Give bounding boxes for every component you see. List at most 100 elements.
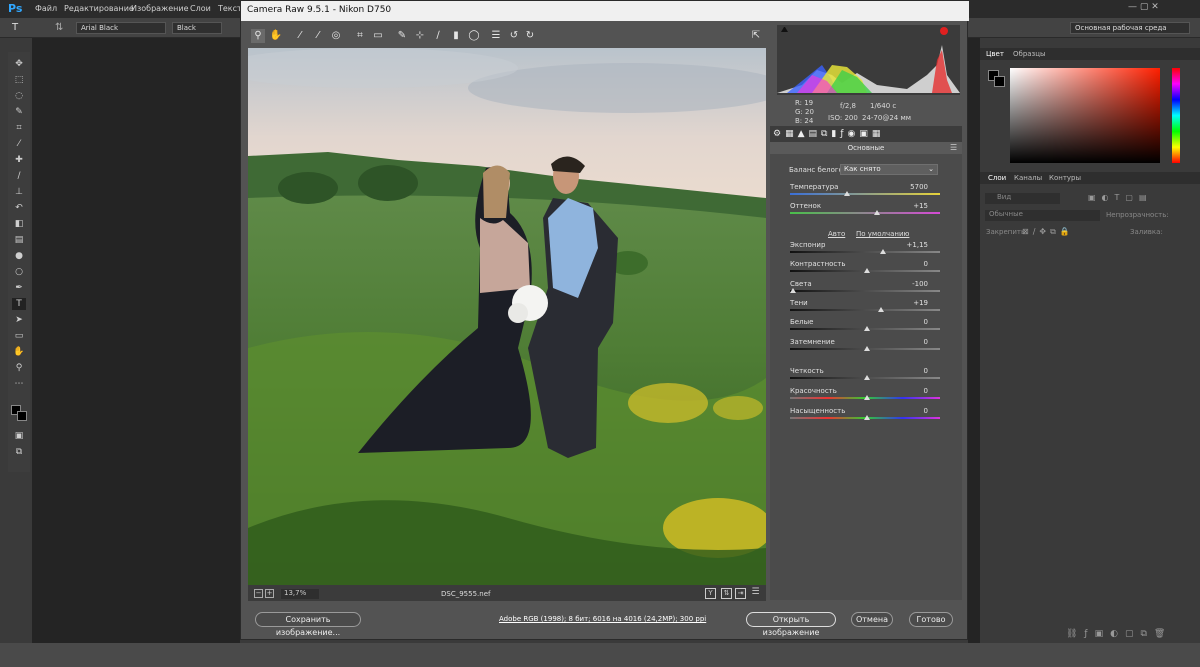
slider-thumb[interactable] bbox=[863, 326, 870, 331]
slider-value[interactable]: 0 bbox=[888, 338, 928, 346]
menu-image[interactable]: Изображение bbox=[131, 4, 189, 13]
zoom-out-icon[interactable]: − bbox=[254, 589, 263, 598]
copy-settings-icon[interactable]: ⇥ bbox=[735, 588, 746, 599]
slider-value[interactable]: 0 bbox=[888, 407, 928, 415]
blur-tool-icon[interactable]: ● bbox=[12, 250, 26, 262]
color-sampler-icon[interactable]: ⁄ bbox=[311, 29, 325, 43]
photo-preview[interactable] bbox=[248, 48, 766, 585]
highlight-clipping-icon[interactable] bbox=[940, 27, 948, 35]
more-tools-icon[interactable]: ⋯ bbox=[12, 378, 26, 390]
slider-thumb[interactable] bbox=[878, 307, 885, 312]
rectangle-tool-icon[interactable]: ▭ bbox=[12, 330, 26, 342]
background-color-swatch[interactable] bbox=[17, 411, 27, 421]
layer-actions-icons[interactable]: ⛓ƒ▣◐▢⧉🗑 bbox=[1066, 629, 1172, 639]
shadow-clipping-icon[interactable] bbox=[781, 26, 788, 32]
tab-channels[interactable]: Каналы bbox=[1014, 174, 1042, 182]
workspace-select[interactable]: Основная рабочая среда bbox=[1070, 22, 1190, 34]
preview-settings-icon[interactable]: ☰ bbox=[750, 588, 761, 599]
adjustment-brush-icon[interactable]: ∕ bbox=[431, 29, 445, 43]
dodge-tool-icon[interactable]: ○ bbox=[12, 266, 26, 278]
history-brush-icon[interactable]: ↶ bbox=[12, 202, 26, 214]
white-balance-select[interactable]: Как снято ⌄ bbox=[840, 164, 938, 175]
eyedropper-icon[interactable]: ⁄ bbox=[12, 138, 26, 150]
zoom-tool-icon[interactable]: ⚲ bbox=[251, 29, 265, 43]
slider-thumb[interactable] bbox=[863, 268, 870, 273]
done-button[interactable]: Готово bbox=[909, 612, 953, 627]
swap-icon[interactable]: ⇅ bbox=[721, 588, 732, 599]
layer-filter-icons[interactable]: ▣◐T▢▤ bbox=[1088, 193, 1153, 202]
menu-edit[interactable]: Редактирование bbox=[64, 4, 134, 13]
slider-value[interactable]: 5700 bbox=[888, 183, 928, 191]
slider-track[interactable] bbox=[790, 193, 940, 195]
section-menu-icon[interactable]: ☰ bbox=[950, 143, 957, 152]
bg-color-swatch[interactable] bbox=[994, 76, 1005, 87]
crop-tool-icon[interactable]: ⌗ bbox=[12, 122, 26, 134]
lasso-tool-icon[interactable]: ◌ bbox=[12, 90, 26, 102]
tab-color[interactable]: Цвет bbox=[986, 50, 1004, 58]
layer-filter-input[interactable]: Вид bbox=[985, 193, 1060, 204]
quick-mask-icon[interactable]: ▣ bbox=[12, 430, 26, 442]
slider-value[interactable]: 0 bbox=[888, 367, 928, 375]
tab-layers[interactable]: Слои bbox=[988, 174, 1006, 182]
zoom-tool-icon[interactable]: ⚲ bbox=[12, 362, 26, 374]
blend-mode-select[interactable]: Обычные bbox=[985, 210, 1100, 221]
red-eye-icon[interactable]: ⊹ bbox=[413, 29, 427, 43]
slider-value[interactable]: 0 bbox=[888, 318, 928, 326]
default-link[interactable]: По умолчанию bbox=[856, 230, 909, 238]
zoom-in-icon[interactable]: + bbox=[265, 589, 274, 598]
color-field[interactable] bbox=[1010, 68, 1160, 163]
slider-track[interactable] bbox=[790, 251, 940, 253]
gradient-tool-icon[interactable]: ▤ bbox=[12, 234, 26, 246]
graduated-filter-icon[interactable]: ▮ bbox=[449, 29, 463, 43]
tab-swatches[interactable]: Образцы bbox=[1013, 50, 1046, 58]
zoom-level-select[interactable]: 13,7% bbox=[281, 589, 319, 599]
slider-thumb[interactable] bbox=[863, 375, 870, 380]
slider-track[interactable] bbox=[790, 309, 940, 311]
auto-link[interactable]: Авто bbox=[828, 230, 845, 238]
white-balance-tool-icon[interactable]: ⁄ bbox=[293, 29, 307, 43]
slider-thumb[interactable] bbox=[879, 249, 886, 254]
slider-value[interactable]: +15 bbox=[888, 202, 928, 210]
marquee-tool-icon[interactable]: ⬚ bbox=[12, 74, 26, 86]
pen-tool-icon[interactable]: ✒ bbox=[12, 282, 26, 294]
fullscreen-icon[interactable]: ⇱ bbox=[749, 29, 763, 43]
lock-icons[interactable]: ⊠∕✥⧉🔒 bbox=[1022, 227, 1074, 237]
type-tool-icon[interactable]: T bbox=[12, 22, 18, 33]
type-tool-icon[interactable]: T bbox=[12, 298, 26, 310]
straighten-tool-icon[interactable]: ▭ bbox=[371, 29, 385, 43]
slider-value[interactable]: -100 bbox=[888, 280, 928, 288]
font-style-select[interactable]: Black bbox=[172, 22, 222, 34]
slider-value[interactable]: +19 bbox=[888, 299, 928, 307]
panel-tab-icons[interactable]: ⚙▦▲▤⧉▮ƒ◉▣▦ bbox=[773, 129, 884, 139]
slider-value[interactable]: 0 bbox=[888, 260, 928, 268]
brush-tool-icon[interactable]: ∕ bbox=[12, 170, 26, 182]
hue-slider[interactable] bbox=[1172, 68, 1180, 163]
crop-tool-icon[interactable]: ⌗ bbox=[353, 29, 367, 43]
save-image-button[interactable]: Сохранить изображение... bbox=[255, 612, 361, 637]
rotate-left-icon[interactable]: ↺ bbox=[507, 29, 521, 43]
cancel-button[interactable]: Отмена bbox=[851, 612, 893, 627]
rotate-right-icon[interactable]: ↻ bbox=[523, 29, 537, 43]
slider-thumb[interactable] bbox=[844, 191, 851, 196]
menu-type[interactable]: Текст bbox=[218, 4, 242, 13]
orientation-icon[interactable]: ⇅ bbox=[55, 22, 63, 33]
move-tool-icon[interactable]: ✥ bbox=[12, 58, 26, 70]
font-family-select[interactable]: Arial Black bbox=[76, 22, 166, 34]
hand-tool-icon[interactable]: ✋ bbox=[12, 346, 26, 358]
path-select-icon[interactable]: ➤ bbox=[12, 314, 26, 326]
slider-value[interactable]: 0 bbox=[888, 387, 928, 395]
slider-thumb[interactable] bbox=[873, 210, 880, 215]
workflow-options-link[interactable]: Adobe RGB (1998); 8 бит; 6016 на 4016 (2… bbox=[499, 615, 706, 623]
spot-removal-icon[interactable]: ✎ bbox=[395, 29, 409, 43]
tab-paths[interactable]: Контуры bbox=[1049, 174, 1081, 182]
radial-filter-icon[interactable]: ◯ bbox=[467, 29, 481, 43]
menu-file[interactable]: Файл bbox=[35, 4, 57, 13]
slider-thumb[interactable] bbox=[863, 415, 870, 420]
slider-track[interactable] bbox=[790, 290, 940, 292]
slider-thumb[interactable] bbox=[790, 288, 796, 293]
preferences-icon[interactable]: ☰ bbox=[489, 29, 503, 43]
quick-select-icon[interactable]: ✎ bbox=[12, 106, 26, 118]
open-image-button[interactable]: Открыть изображение bbox=[746, 612, 836, 637]
hand-tool-icon[interactable]: ✋ bbox=[269, 29, 283, 43]
stamp-tool-icon[interactable]: ⊥ bbox=[12, 186, 26, 198]
